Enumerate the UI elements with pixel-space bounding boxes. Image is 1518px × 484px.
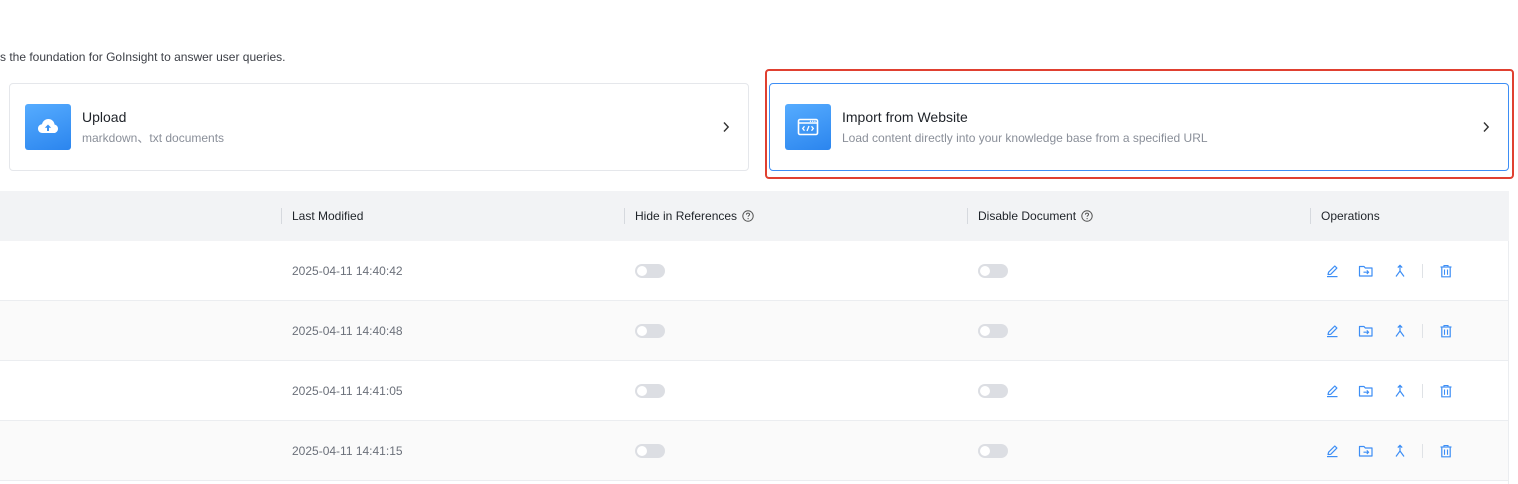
help-circle-icon[interactable] [742,210,754,222]
row-operations [1324,361,1472,420]
merge-icon[interactable] [1392,383,1408,399]
disable-document-toggle[interactable] [978,383,1008,398]
column-last-modified-label: Last Modified [292,209,364,223]
upload-title: Upload [82,109,127,125]
edit-icon[interactable] [1324,383,1340,399]
merge-icon[interactable] [1392,443,1408,459]
table-row: 2025-04-11 14:41:05 [0,361,1509,421]
move-to-folder-icon[interactable] [1358,323,1374,339]
last-modified-cell: 2025-04-11 14:41:15 [292,443,403,458]
delete-icon[interactable] [1438,263,1454,279]
operations-divider [1422,263,1423,278]
column-hide-in-references-label: Hide in References [635,209,738,223]
move-to-folder-icon[interactable] [1358,443,1374,459]
delete-icon[interactable] [1438,323,1454,339]
merge-icon[interactable] [1392,263,1408,279]
chevron-right-icon [1480,121,1492,133]
row-operations [1324,421,1472,480]
last-modified-cell: 2025-04-11 14:40:42 [292,263,403,278]
column-disable-document: Disable Document [967,191,1093,241]
import-from-website-card[interactable]: Import from Website Load content directl… [769,83,1509,171]
help-circle-icon[interactable] [1081,210,1093,222]
import-from-website-subtitle: Load content directly into your knowledg… [842,131,1208,145]
table-right-border [1508,241,1509,484]
operations-divider [1422,323,1423,338]
edit-icon[interactable] [1324,323,1340,339]
cloud-upload-icon [25,104,71,150]
disable-document-toggle[interactable] [978,263,1008,278]
move-to-folder-icon[interactable] [1358,263,1374,279]
last-modified-cell: 2025-04-11 14:41:05 [292,383,403,398]
import-from-website-title: Import from Website [842,109,968,125]
column-hide-in-references: Hide in References [624,191,754,241]
column-disable-document-label: Disable Document [978,209,1077,223]
hide-in-references-toggle[interactable] [635,383,665,398]
table-row: 2025-04-11 14:40:48 [0,301,1509,361]
web-code-icon [785,104,831,150]
hide-in-references-toggle[interactable] [635,323,665,338]
knowledge-base-description: s the foundation for GoInsight to answer… [0,50,286,64]
column-operations-label: Operations [1321,209,1380,223]
table-row: 2025-04-11 14:41:15 [0,421,1509,481]
operations-divider [1422,383,1423,398]
move-to-folder-icon[interactable] [1358,383,1374,399]
merge-icon[interactable] [1392,323,1408,339]
documents-table: Last Modified Hide in References Disable… [0,191,1509,481]
hide-in-references-toggle[interactable] [635,263,665,278]
upload-subtitle: markdown、txt documents [82,131,225,145]
delete-icon[interactable] [1438,443,1454,459]
hide-in-references-toggle[interactable] [635,443,665,458]
column-operations: Operations [1310,191,1380,241]
table-header: Last Modified Hide in References Disable… [0,191,1509,241]
table-row: 2025-04-11 14:40:42 [0,241,1509,301]
column-last-modified: Last Modified [281,191,364,241]
operations-divider [1422,443,1423,458]
delete-icon[interactable] [1438,383,1454,399]
last-modified-cell: 2025-04-11 14:40:48 [292,323,403,338]
chevron-right-icon [720,121,732,133]
disable-document-toggle[interactable] [978,443,1008,458]
row-operations [1324,241,1472,300]
edit-icon[interactable] [1324,443,1340,459]
upload-card[interactable]: Upload markdown、txt documents [9,83,749,171]
disable-document-toggle[interactable] [978,323,1008,338]
row-operations [1324,301,1472,360]
edit-icon[interactable] [1324,263,1340,279]
